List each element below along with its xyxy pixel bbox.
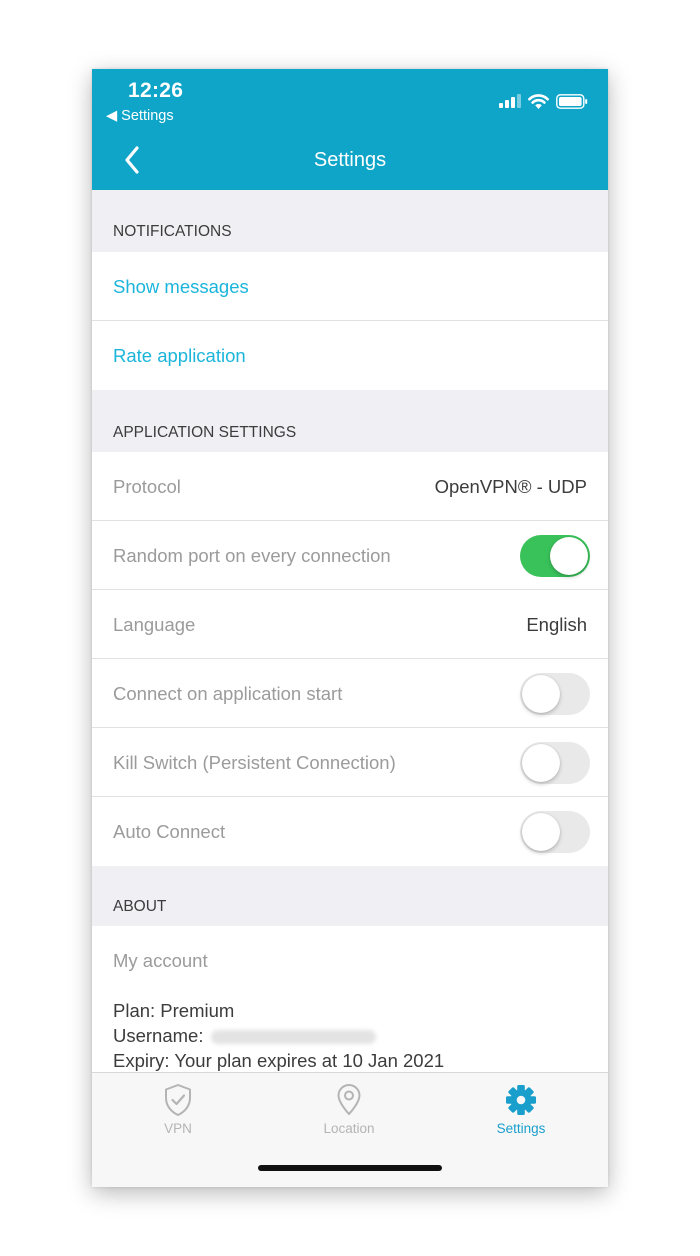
protocol-row[interactable]: Protocol OpenVPN® - UDP [92,452,608,521]
toggle-knob [522,812,560,851]
section-header-application-settings: APPLICATION SETTINGS [92,390,608,452]
language-value[interactable]: English [526,614,587,636]
language-label: Language [113,613,196,635]
redacted-username [211,1030,377,1045]
show-messages-row[interactable]: Show messages [92,252,608,321]
about-block: My account Plan: Premium Username: Expir… [92,926,608,1086]
tab-location-label: Location [323,1121,375,1136]
wifi-icon [528,93,549,109]
cellular-signal-icon [499,94,521,108]
tab-vpn-label: VPN [164,1121,192,1136]
protocol-value[interactable]: OpenVPN® - UDP [435,476,587,498]
kill-switch-toggle[interactable] [520,741,590,784]
status-time: 12:26 [128,79,184,102]
random-port-label: Random port on every connection [113,544,391,566]
auto-connect-toggle[interactable] [520,810,590,853]
page-title: Settings [313,149,387,171]
battery-icon [556,93,588,109]
show-messages-link[interactable]: Show messages [113,276,249,298]
tab-settings[interactable]: Settings [461,1083,581,1136]
status-back-to-settings[interactable]: ◀ Settings [106,108,174,124]
connect-on-start-row: Connect on application start [92,659,608,728]
tab-settings-label: Settings [496,1121,546,1136]
shield-check-icon [165,1084,191,1116]
phone-screen: 12:26 ◀ Settings Settings NOTIFICATIONS … [92,69,608,1187]
random-port-toggle[interactable] [520,534,590,577]
kill-switch-row: Kill Switch (Persistent Connection) [92,728,608,797]
plan-text: Plan: Premium [113,1000,235,1021]
app-header: 12:26 ◀ Settings Settings [92,69,608,190]
expiry-text: Expiry: Your plan expires at 10 Jan 2021 [113,1050,445,1071]
kill-switch-label: Kill Switch (Persistent Connection) [113,751,396,773]
rate-application-link[interactable]: Rate application [113,345,246,367]
tab-vpn[interactable]: VPN [118,1083,238,1136]
toggle-knob [522,743,560,782]
toggle-knob [550,536,588,575]
random-port-row: Random port on every connection [92,521,608,590]
toggle-knob [522,674,560,713]
language-row[interactable]: Language English [92,590,608,659]
rate-application-row[interactable]: Rate application [92,321,608,390]
home-indicator[interactable] [258,1165,442,1171]
section-header-notifications: NOTIFICATIONS [92,190,608,252]
my-account-label: My account [113,950,208,971]
connect-on-start-label: Connect on application start [113,682,343,704]
location-pin-icon [337,1084,361,1115]
account-info: Plan: Premium Username: Expiry: Your pla… [113,998,444,1073]
connect-on-start-toggle[interactable] [520,672,590,715]
section-header-about: ABOUT [92,866,608,926]
gear-icon [506,1085,536,1115]
auto-connect-row: Auto Connect [92,797,608,866]
tab-location[interactable]: Location [289,1083,409,1136]
auto-connect-label: Auto Connect [113,820,226,842]
protocol-label: Protocol [113,475,181,497]
username-line: Username: [113,1023,444,1048]
status-icons [499,91,588,111]
username-label: Username: [113,1025,204,1046]
